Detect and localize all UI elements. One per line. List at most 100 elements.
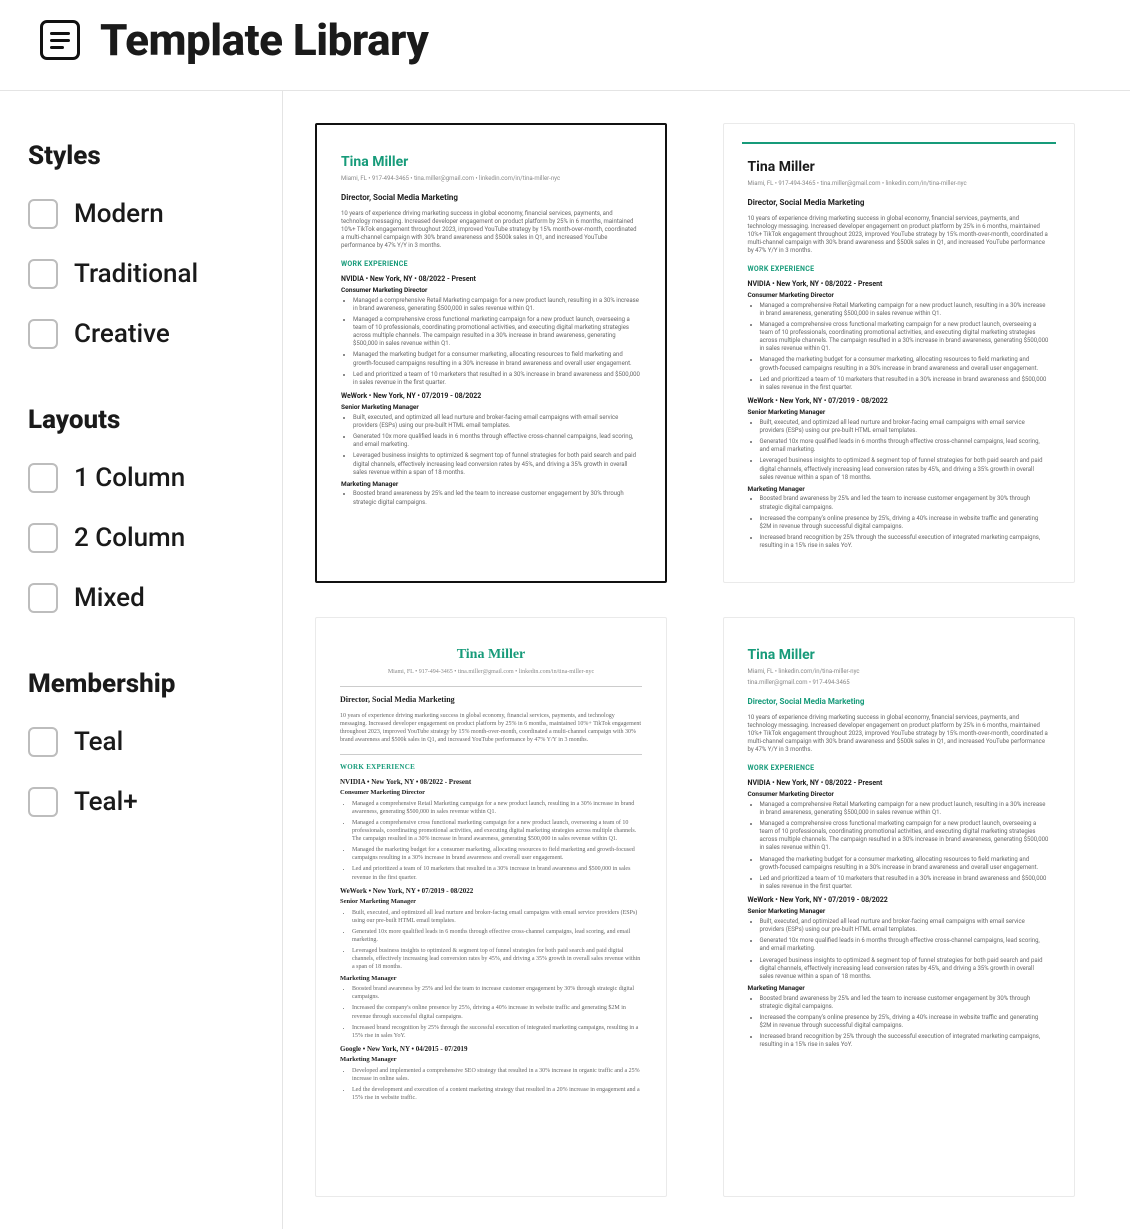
resume-job-title: Marketing Manager bbox=[341, 480, 641, 489]
divider bbox=[340, 754, 642, 755]
checkbox-icon bbox=[28, 583, 58, 613]
checkbox-icon bbox=[28, 727, 58, 757]
page-title: Template Library bbox=[100, 14, 428, 66]
resume-contact: Miami, FL • 917-494-3465 • tina.miller@g… bbox=[748, 180, 1050, 188]
resume-summary: 10 years of experience driving marketing… bbox=[340, 712, 642, 744]
resume-job-title: Marketing Manager bbox=[340, 975, 642, 984]
resume-section-heading: WORK EXPERIENCE bbox=[341, 260, 641, 269]
filter-group-layouts: Layouts 1 Column 2 Column Mixed bbox=[28, 405, 254, 613]
resume-summary: 10 years of experience driving marketing… bbox=[748, 714, 1050, 754]
checkbox-icon bbox=[28, 319, 58, 349]
resume-bullet: Managed a comprehensive Retail Marketing… bbox=[353, 297, 641, 313]
checkbox-icon bbox=[28, 463, 58, 493]
filter-label: Teal bbox=[74, 727, 123, 757]
filter-option-1column[interactable]: 1 Column bbox=[28, 463, 254, 493]
filter-label: Mixed bbox=[74, 583, 145, 613]
resume-section-heading: WORK EXPERIENCE bbox=[748, 764, 1050, 773]
resume-bullet: Generated 10x more qualified leads in 6 … bbox=[353, 433, 641, 449]
resume-job-line: NVIDIA • New York, NY • 08/2022 - Presen… bbox=[748, 280, 1050, 289]
resume-bullet: Managed a comprehensive cross functional… bbox=[352, 819, 642, 843]
filter-label: Teal+ bbox=[74, 787, 138, 817]
filter-option-2column[interactable]: 2 Column bbox=[28, 523, 254, 553]
resume-bullet: Managed a comprehensive Retail Marketing… bbox=[760, 801, 1050, 817]
resume-role: Director, Social Media Marketing bbox=[341, 193, 641, 204]
page-header: Template Library bbox=[0, 0, 1130, 91]
resume-role: Director, Social Media Marketing bbox=[748, 198, 1050, 209]
filter-option-traditional[interactable]: Traditional bbox=[28, 259, 254, 289]
filter-label: Modern bbox=[74, 199, 164, 229]
filter-option-creative[interactable]: Creative bbox=[28, 319, 254, 349]
resume-bullet: Generated 10x more qualified leads in 6 … bbox=[760, 937, 1050, 953]
resume-job-title: Marketing Manager bbox=[340, 1056, 642, 1065]
resume-bullet: Boosted brand awareness by 25% and led t… bbox=[352, 985, 642, 1001]
resume-bullet: Generated 10x more qualified leads in 6 … bbox=[352, 928, 642, 944]
filter-group-membership: Membership Teal Teal+ bbox=[28, 669, 254, 817]
resume-bullet: Built, executed, and optimized all lead … bbox=[760, 419, 1050, 435]
resume-job-title: Consumer Marketing Director bbox=[748, 291, 1050, 300]
resume-section-heading: WORK EXPERIENCE bbox=[748, 265, 1050, 274]
library-icon bbox=[40, 20, 80, 60]
resume-bullet: Managed the marketing budget for a consu… bbox=[353, 351, 641, 367]
resume-contact: Miami, FL • 917-494-3465 • tina.miller@g… bbox=[340, 668, 642, 676]
resume-bullet: Leveraged business insights to optimized… bbox=[353, 452, 641, 476]
resume-job-title: Senior Marketing Manager bbox=[341, 403, 641, 412]
resume-bullet: Led and prioritized a team of 10 markete… bbox=[352, 865, 642, 881]
resume-bullet: Boosted brand awareness by 25% and led t… bbox=[760, 995, 1050, 1011]
filter-heading-layouts: Layouts bbox=[28, 405, 254, 435]
resume-name: Tina Miller bbox=[748, 646, 1050, 665]
resume-bullet: Built, executed, and optimized all lead … bbox=[352, 909, 642, 925]
template-card-3[interactable]: Tina Miller Miami, FL • 917-494-3465 • t… bbox=[315, 617, 667, 1197]
resume-bullet: Boosted brand awareness by 25% and led t… bbox=[353, 490, 641, 506]
resume-section-heading: WORK EXPERIENCE bbox=[340, 763, 642, 772]
checkbox-icon bbox=[28, 199, 58, 229]
resume-bullet: Generated 10x more qualified leads in 6 … bbox=[760, 438, 1050, 454]
resume-contact: tina.miller@gmail.com • 917-494-3465 bbox=[748, 679, 1050, 687]
filter-option-teal[interactable]: Teal bbox=[28, 727, 254, 757]
resume-role: Director, Social Media Marketing bbox=[748, 697, 1050, 708]
resume-summary: 10 years of experience driving marketing… bbox=[748, 215, 1050, 255]
resume-job-title: Marketing Manager bbox=[748, 984, 1050, 993]
resume-job-line: WeWork • New York, NY • 07/2019 - 08/202… bbox=[748, 397, 1050, 406]
resume-job-title: Marketing Manager bbox=[748, 485, 1050, 494]
accent-line bbox=[742, 142, 1056, 144]
resume-bullet: Managed a comprehensive Retail Marketing… bbox=[760, 302, 1050, 318]
resume-bullet: Leveraged business insights to optimized… bbox=[760, 957, 1050, 981]
resume-bullet: Built, executed, and optimized all lead … bbox=[353, 414, 641, 430]
resume-job-line: WeWork • New York, NY • 07/2019 - 08/202… bbox=[748, 896, 1050, 905]
resume-name: Tina Miller bbox=[341, 153, 641, 172]
checkbox-icon bbox=[28, 787, 58, 817]
template-card-1[interactable]: Tina Miller Miami, FL • 917-494-3465 • t… bbox=[315, 123, 667, 583]
template-card-4[interactable]: Tina Miller Miami, FL • linkedin.com/in/… bbox=[723, 617, 1075, 1197]
filter-option-mixed[interactable]: Mixed bbox=[28, 583, 254, 613]
filter-option-tealplus[interactable]: Teal+ bbox=[28, 787, 254, 817]
resume-job-title: Senior Marketing Manager bbox=[748, 408, 1050, 417]
resume-bullet: Increased the company's online presence … bbox=[760, 1014, 1050, 1030]
resume-bullet: Increased brand recognition by 25% throu… bbox=[760, 1033, 1050, 1049]
resume-bullet: Led and prioritized a team of 10 markete… bbox=[353, 371, 641, 387]
filter-sidebar: Styles Modern Traditional Creative Layou… bbox=[0, 91, 283, 1229]
resume-job-line: NVIDIA • New York, NY • 08/2022 - Presen… bbox=[748, 779, 1050, 788]
resume-bullet: Increased the company's online presence … bbox=[352, 1004, 642, 1020]
filter-label: 2 Column bbox=[74, 523, 185, 553]
checkbox-icon bbox=[28, 259, 58, 289]
resume-job-line: NVIDIA • New York, NY • 08/2022 - Presen… bbox=[341, 275, 641, 284]
template-card-2[interactable]: Tina Miller Miami, FL • 917-494-3465 • t… bbox=[723, 123, 1075, 583]
resume-summary: 10 years of experience driving marketing… bbox=[341, 210, 641, 250]
divider bbox=[340, 686, 642, 687]
resume-name: Tina Miller bbox=[340, 646, 642, 665]
resume-bullet: Led and prioritized a team of 10 markete… bbox=[760, 376, 1050, 392]
checkbox-icon bbox=[28, 523, 58, 553]
template-grid: Tina Miller Miami, FL • 917-494-3465 • t… bbox=[283, 91, 1130, 1229]
filter-heading-membership: Membership bbox=[28, 669, 254, 699]
resume-bullet: Developed and implemented a comprehensiv… bbox=[352, 1067, 642, 1083]
resume-bullet: Led and prioritized a team of 10 markete… bbox=[760, 875, 1050, 891]
resume-bullet: Increased brand recognition by 25% throu… bbox=[352, 1024, 642, 1040]
filter-label: Creative bbox=[74, 319, 170, 349]
resume-bullet: Managed a comprehensive cross functional… bbox=[353, 316, 641, 348]
resume-job-line: WeWork • New York, NY • 07/2019 - 08/202… bbox=[341, 392, 641, 401]
resume-job-title: Consumer Marketing Director bbox=[748, 790, 1050, 799]
resume-bullet: Increased the company's online presence … bbox=[760, 515, 1050, 531]
resume-bullet: Managed a comprehensive Retail Marketing… bbox=[352, 800, 642, 816]
resume-bullet: Managed a comprehensive cross functional… bbox=[760, 321, 1050, 353]
filter-option-modern[interactable]: Modern bbox=[28, 199, 254, 229]
